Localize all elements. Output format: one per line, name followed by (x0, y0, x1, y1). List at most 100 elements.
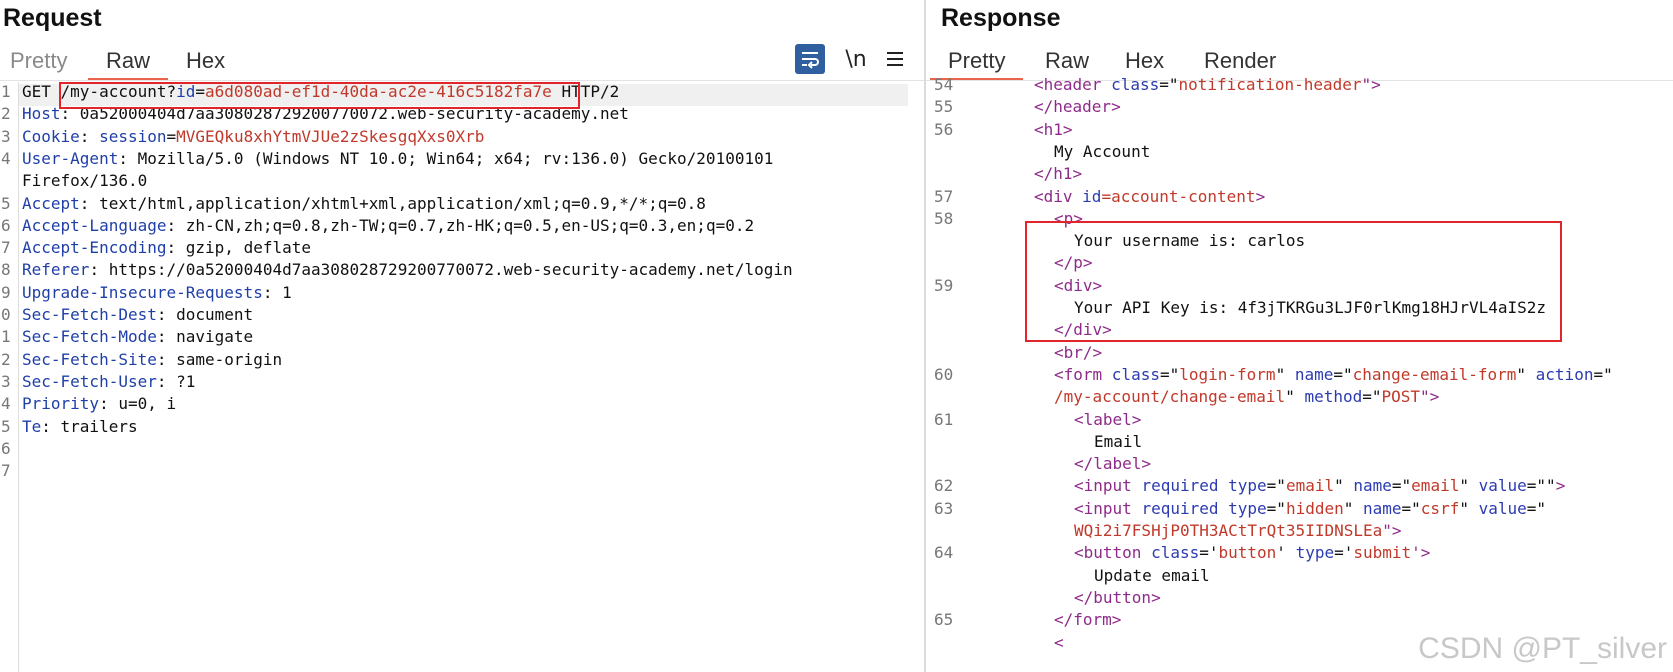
code-line: /my-account/change-email" method="POST"> (1054, 387, 1439, 406)
tab-raw[interactable]: Raw (87, 48, 169, 81)
code-token: POST (1381, 387, 1421, 407)
line-number: 65 (934, 610, 954, 630)
code-token: > (1255, 186, 1266, 206)
code-token: class (1111, 364, 1160, 384)
code-token: > (1555, 476, 1566, 496)
code-token: "> (1382, 521, 1402, 540)
code-token: Host (22, 104, 61, 124)
wrap-lines-button[interactable] (795, 44, 825, 74)
code-line: WQi2i7FSHjP0TH3ACtTrQt35IIDNSLEa"> (1074, 521, 1402, 540)
code-line: <input required type="email" name="email… (1074, 476, 1565, 495)
code-line: Accept-Language: zh-CN,zh;q=0.8,zh-TW;q=… (22, 216, 754, 235)
code-token: required type (1141, 498, 1267, 518)
code-token: class (1151, 543, 1200, 563)
tab-pretty[interactable]: Pretty (10, 48, 67, 74)
code-line: Sec-Fetch-User: ?1 (22, 372, 195, 391)
code-token: value (1478, 498, 1527, 518)
code-token: <br/> (1054, 342, 1103, 362)
response-panel: Response Pretty Raw Hex Render 54 <header… (926, 0, 1673, 672)
code-token: =" (1159, 75, 1179, 94)
watermark: CSDN @PT_silver (1418, 632, 1667, 665)
line-number: 56 (934, 119, 954, 139)
code-token: /my-account/change-email (1054, 387, 1286, 407)
code-token: : 1 (262, 282, 292, 302)
tab-hex[interactable]: Hex (186, 48, 225, 74)
code-token: : same-origin (156, 349, 283, 369)
code-token: ="" (1526, 476, 1556, 496)
code-token: session (99, 126, 167, 146)
tab-hex[interactable]: Hex (1125, 48, 1164, 74)
line-number: 57 (934, 186, 954, 206)
code-line: Sec-Fetch-Mode: navigate (22, 327, 253, 346)
code-token: : zh-CN,zh;q=0.8,zh-TW;q=0.7,zh-HK;q=0.5… (166, 215, 755, 235)
code-line: Sec-Fetch-Dest: document (22, 305, 253, 324)
line-number: 59 (934, 275, 954, 295)
line-number: 3 (1, 371, 11, 391)
code-token: = (166, 126, 177, 146)
code-token: =account-content (1101, 186, 1256, 206)
code-line: Upgrade-Insecure-Requests: 1 (22, 283, 292, 302)
code-token: =" (1333, 364, 1353, 384)
code-token: " (1334, 476, 1354, 496)
code-token: ' (1276, 543, 1296, 563)
code-token: " (1516, 364, 1536, 384)
code-token: =" (1362, 387, 1382, 407)
line-number: 5 (1, 193, 11, 213)
code-token: <button (1074, 543, 1152, 563)
code-token: Email (1094, 431, 1143, 451)
code-token: : u=0, i (99, 394, 177, 414)
code-token: : ?1 (156, 371, 196, 391)
code-token: Te (22, 416, 42, 436)
code-line: Referer: https://0a52000404d7aa308028729… (22, 260, 793, 279)
code-token: Accept-Language (22, 215, 167, 235)
code-token: : trailers (41, 416, 138, 436)
menu-button[interactable] (880, 44, 910, 74)
line-number: 58 (934, 208, 954, 228)
code-line: Accept-Encoding: gzip, deflate (22, 238, 311, 257)
code-line: </header> (1034, 97, 1121, 116)
code-line: <header class="notification-header"> (1034, 75, 1381, 94)
code-token: =" (1526, 498, 1547, 518)
code-line: <form class="login-form" name="change-em… (1054, 365, 1613, 384)
code-token: Upgrade-Insecure-Requests (22, 282, 263, 302)
code-token: " (1459, 498, 1479, 518)
code-line: Email (1094, 432, 1142, 451)
code-line: <div id=account-content> (1034, 187, 1265, 206)
response-editor[interactable]: 54 <header class="notification-header"> 55… (926, 75, 1673, 672)
code-token: WQi2i7FSHjP0TH3ACtTrQt35IIDNSLEa (1074, 521, 1383, 540)
code-token: GET (22, 82, 61, 101)
code-line: <label> (1074, 410, 1141, 429)
code-token: : gzip, deflate (166, 238, 312, 258)
code-token: =' (1334, 543, 1354, 563)
tab-render[interactable]: Render (1204, 48, 1276, 74)
tab-pretty[interactable]: Pretty (929, 48, 1025, 81)
code-token: <form (1054, 364, 1112, 384)
line-number: 3 (1, 126, 11, 146)
code-token: class (1111, 75, 1160, 94)
code-line: <br/> (1054, 343, 1102, 362)
code-token: Update email (1094, 565, 1210, 585)
line-number: 9 (1, 282, 11, 302)
code-line: My Account (1054, 142, 1150, 161)
code-token: " (1275, 364, 1295, 384)
wrap-lines-icon (802, 52, 819, 69)
code-token: email (1285, 476, 1335, 496)
tab-raw[interactable]: Raw (1045, 48, 1089, 74)
line-number: 8 (1, 260, 11, 280)
code-line: Accept: text/html,application/xhtml+xml,… (22, 194, 706, 213)
line-number: 6 (1, 215, 11, 235)
code-token: =" (1266, 498, 1286, 518)
code-token: type (1295, 543, 1335, 563)
code-token: "> (1361, 75, 1381, 94)
code-token: email (1411, 476, 1460, 496)
show-newlines-button[interactable]: \n (840, 44, 872, 74)
line-number: 60 (934, 364, 954, 384)
code-token: : document (156, 305, 254, 324)
code-token: =' (1199, 543, 1219, 563)
code-token: login-form (1179, 364, 1276, 384)
code-token: submit (1353, 543, 1412, 563)
request-highlight-box (59, 82, 580, 109)
code-token: =" (1391, 476, 1412, 496)
request-editor[interactable]: 1 GET /my-account?id=a6d080ad-ef1d-40da-a… (0, 82, 924, 672)
line-number: 2 (1, 349, 11, 369)
